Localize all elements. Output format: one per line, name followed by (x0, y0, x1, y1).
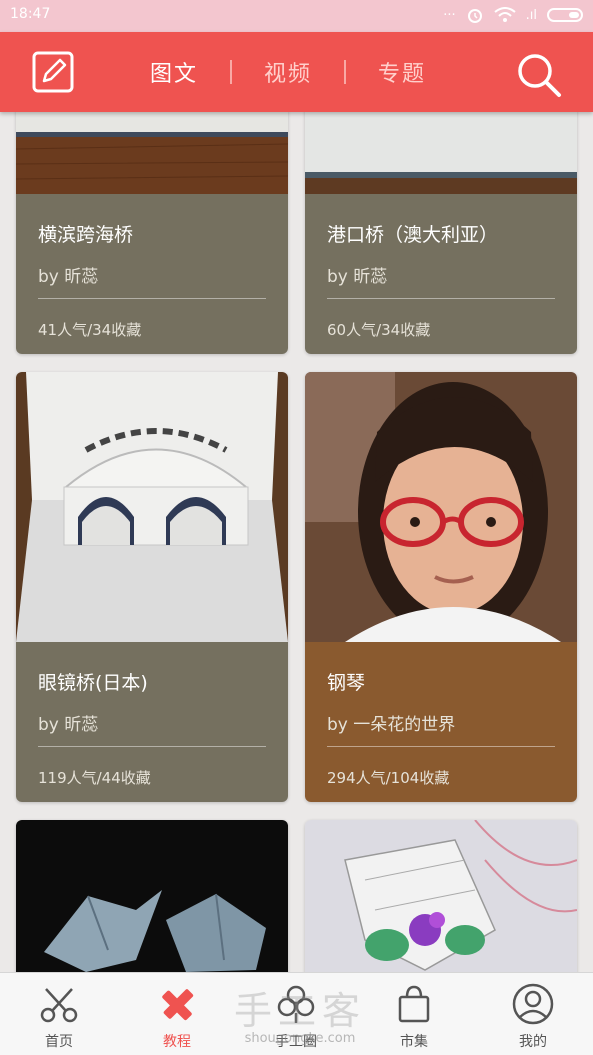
pencil-ruler-icon (162, 989, 194, 1021)
card-divider (38, 298, 266, 299)
tab-divider (230, 60, 233, 84)
nav-item-home[interactable]: 首页 (0, 973, 118, 1055)
card-thumbnail (305, 820, 577, 972)
card-thumbnail (305, 372, 577, 642)
card-author[interactable]: by 一朵花的世界 (327, 710, 455, 735)
card-author[interactable]: by 昕蕊 (38, 710, 98, 735)
card-info: 横滨跨海桥 by 昕蕊 41人气/34收藏 (16, 194, 288, 354)
nav-item-market[interactable]: 市集 (355, 973, 473, 1055)
card-thumbnail (16, 372, 288, 642)
card-title: 眼镜桥(日本) (38, 672, 148, 694)
nav-item-profile[interactable]: 我的 (474, 973, 592, 1055)
tab-video[interactable]: 视频 (264, 56, 312, 88)
user-icon (512, 983, 554, 1025)
card-thumbnail (305, 112, 577, 194)
signal-icon: .ıl (525, 7, 537, 23)
bottom-navigation: 首页 教程 手工圈 市集 我的 (0, 972, 593, 1055)
scissors-icon (40, 988, 78, 1023)
card-title: 钢琴 (327, 672, 366, 694)
tutorial-card[interactable] (305, 820, 577, 972)
tutorial-card[interactable]: 横滨跨海桥 by 昕蕊 41人气/34收藏 (16, 112, 288, 354)
nav-label: 我的 (519, 1034, 547, 1050)
card-info: 港口桥（澳大利亚） by 昕蕊 60人气/34收藏 (305, 194, 577, 354)
tutorial-card[interactable]: 港口桥（澳大利亚） by 昕蕊 60人气/34收藏 (305, 112, 577, 354)
card-author[interactable]: by 昕蕊 (38, 262, 98, 287)
nav-label: 首页 (45, 1034, 73, 1050)
card-stats: 119人气/44收藏 (38, 769, 151, 787)
flower-icon (277, 985, 315, 1023)
card-divider (327, 746, 555, 747)
status-time: 18:47 (10, 6, 51, 22)
tutorial-card[interactable]: 眼镜桥(日本) by 昕蕊 119人气/44收藏 (16, 372, 288, 802)
shopping-bag-icon (398, 985, 430, 1023)
tutorial-card[interactable] (16, 820, 288, 972)
more-dots-icon: ··· (443, 7, 456, 23)
content-tabs: 图文 视频 专题 (150, 56, 426, 88)
card-info: 眼镜桥(日本) by 昕蕊 119人气/44收藏 (16, 642, 288, 802)
card-thumbnail (16, 820, 288, 972)
card-title: 港口桥（澳大利亚） (327, 224, 499, 246)
tab-divider (344, 60, 347, 84)
nav-item-craft-circle[interactable]: 手工圈 (237, 973, 355, 1055)
nav-label: 教程 (163, 1034, 191, 1050)
card-stats: 41人气/34收藏 (38, 321, 142, 339)
wifi-icon (494, 7, 516, 22)
card-stats: 294人气/104收藏 (327, 769, 450, 787)
search-icon[interactable] (516, 52, 562, 98)
card-divider (327, 298, 555, 299)
card-author[interactable]: by 昕蕊 (327, 262, 387, 287)
card-info: 钢琴 by 一朵花的世界 294人气/104收藏 (305, 642, 577, 802)
tutorial-card[interactable]: 钢琴 by 一朵花的世界 294人气/104收藏 (305, 372, 577, 802)
card-thumbnail (16, 112, 288, 194)
edit-icon[interactable] (32, 51, 74, 93)
status-icons: ··· .ıl (443, 6, 583, 24)
card-stats: 60人气/34收藏 (327, 321, 431, 339)
card-divider (38, 746, 266, 747)
nav-label: 手工圈 (275, 1034, 317, 1050)
nav-item-tutorials[interactable]: 教程 (118, 973, 236, 1055)
status-bar: 18:47 ··· .ıl (0, 0, 593, 32)
card-title: 横滨跨海桥 (38, 224, 134, 246)
battery-icon (547, 8, 583, 22)
nav-label: 市集 (400, 1034, 428, 1050)
top-app-bar: 图文 视频 专题 (0, 32, 593, 112)
tab-topics[interactable]: 专题 (378, 56, 426, 88)
alarm-icon (467, 9, 482, 23)
tutorial-feed[interactable]: 横滨跨海桥 by 昕蕊 41人气/34收藏 港口桥（澳大利亚） by 昕蕊 60… (0, 112, 593, 972)
tab-graphic-text[interactable]: 图文 (150, 56, 198, 88)
